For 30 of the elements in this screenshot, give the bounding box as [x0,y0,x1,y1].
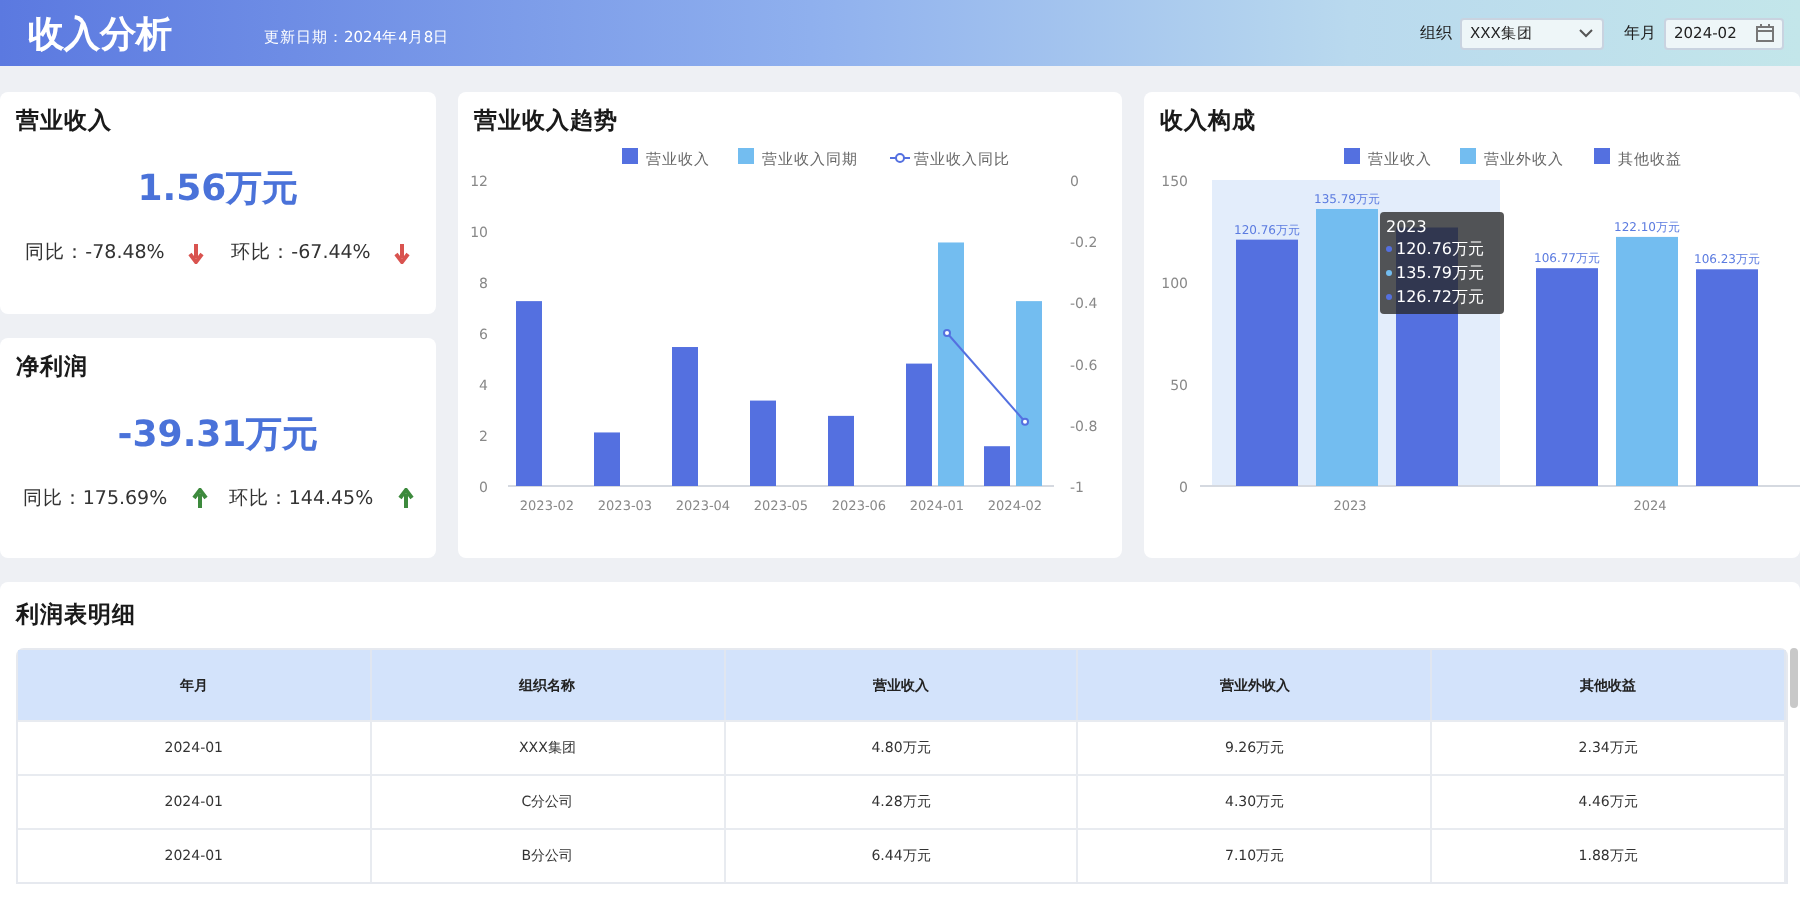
kpi-value: 1.56万元 [137,166,299,212]
bar [672,347,698,486]
tooltip-value: 135.79万元 [1396,262,1484,284]
series-dot-icon [1386,270,1392,276]
scrollbar-thumb[interactable] [1790,648,1798,708]
tooltip-title: 2023 [1386,218,1429,236]
chevron-down-icon [1578,28,1594,38]
calendar-icon [1756,24,1774,42]
page-title: 收入分析 [28,11,174,57]
card-title: 营业收入趋势 [472,104,620,136]
series-dot-icon [1386,294,1392,300]
tooltip-value: 120.76万元 [1396,238,1484,260]
card-title: 利润表明细 [16,598,138,632]
kpi-value: -39.31万元 [117,411,319,457]
tooltip-value: 126.72万元 [1396,286,1484,308]
card-title: 营业收入 [14,104,114,136]
comparison-text: 同比：175.69% [22,485,168,511]
filter-label: 组织 [1420,22,1452,44]
series-dot-icon [1386,246,1392,252]
comparison-text: 环比：144.45% [228,485,374,511]
filter-label: 年月 [1624,22,1656,44]
bar [594,432,620,486]
comparison-text: 环比：-67.44% [231,240,371,266]
bar [906,363,932,486]
card-title: 净利润 [14,349,90,381]
bar [984,446,1010,486]
comparison-text: 同比：-78.48% [25,240,165,266]
card-title: 收入构成 [1158,104,1258,136]
bar [750,400,776,486]
bar [828,415,854,486]
